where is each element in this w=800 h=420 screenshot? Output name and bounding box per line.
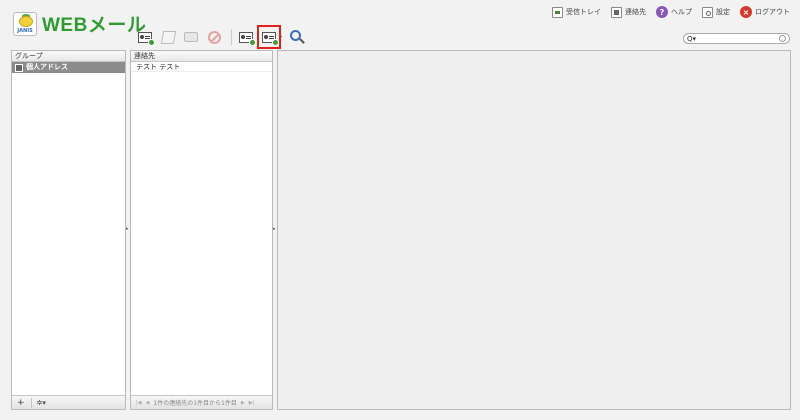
contacts-pager: |◀ ◀ 1件の連絡先の1件目から1件目 ▶ ▶| [131, 398, 272, 408]
logout-icon: × [740, 6, 752, 18]
janis-logo-icon: JANIS [13, 11, 37, 36]
contacts-footer: |◀ ◀ 1件の連絡先の1件目から1件目 ▶ ▶| [131, 395, 272, 409]
nav-help-label: ヘルプ [671, 8, 692, 16]
edit-contact-button[interactable] [159, 28, 177, 46]
printer-icon [184, 32, 198, 42]
group-item-personal[interactable]: 個人アドレス [12, 62, 125, 73]
export-icon [262, 31, 279, 46]
contacts-header: 連絡先 [131, 51, 272, 62]
contact-list-item[interactable]: テスト テスト [131, 62, 272, 72]
app-logo: JANIS WEBメール [13, 10, 146, 37]
search-icon [289, 30, 301, 41]
search-contacts-button[interactable] [286, 28, 304, 46]
toolbar-divider [231, 29, 232, 45]
prev-page-button[interactable]: ◀ [146, 400, 150, 406]
clear-search-icon[interactable] [779, 35, 786, 42]
nav-contacts-label: 連絡先 [625, 8, 646, 16]
search-input[interactable] [696, 34, 777, 43]
delete-button[interactable] [205, 28, 223, 46]
logo-badge-text: JANIS [17, 27, 33, 34]
delete-icon [207, 30, 221, 44]
add-contact-button[interactable] [136, 28, 155, 46]
export-dropdown-caret[interactable]: ▾ [279, 34, 282, 41]
nav-contacts[interactable]: 連絡先 [611, 6, 646, 18]
groups-header: グループ [12, 51, 125, 62]
nav-help[interactable]: ? ヘルプ [656, 6, 692, 18]
top-navigation: 受信トレイ 連絡先 ? ヘルプ 設定 × ログアウト [552, 6, 790, 18]
last-page-button[interactable]: ▶| [249, 400, 255, 406]
nav-logout[interactable]: × ログアウト [740, 6, 790, 18]
import-contacts-button[interactable] [237, 28, 256, 46]
inbox-tray-icon [552, 6, 563, 18]
print-button[interactable] [182, 28, 200, 46]
settings-icon [702, 6, 713, 18]
nav-settings[interactable]: 設定 [702, 6, 730, 18]
import-icon [239, 31, 256, 46]
app-title: WEBメール [42, 15, 147, 36]
help-icon: ? [656, 6, 668, 18]
search-options-icon[interactable]: Q▾ [687, 35, 696, 43]
contacts-toolbar: ▾ [136, 25, 309, 49]
contacts-panel: 連絡先 テスト テスト |◀ ◀ 1件の連絡先の1件目から1件目 ▶ ▶| [130, 50, 273, 410]
quick-search-box: Q▾ [683, 33, 790, 44]
next-page-button[interactable]: ▶ [241, 400, 245, 406]
nav-logout-label: ログアウト [755, 8, 790, 16]
pager-count-text: 1件の連絡先の1件目から1件目 [153, 400, 237, 407]
groups-footer: + ✲▾ [12, 395, 125, 409]
add-group-button[interactable]: + [17, 398, 25, 408]
add-contact-icon [138, 31, 155, 46]
footer-divider [30, 397, 32, 408]
group-item-label: 個人アドレス [26, 63, 68, 71]
address-book-icon [15, 63, 23, 72]
group-options-button[interactable]: ✲▾ [37, 399, 46, 407]
nav-inbox-label: 受信トレイ [566, 8, 601, 16]
address-book-icon [611, 6, 622, 18]
nav-settings-label: 設定 [716, 8, 730, 16]
nav-inbox[interactable]: 受信トレイ [552, 6, 601, 18]
groups-panel: グループ 個人アドレス + ✲▾ [11, 50, 126, 410]
export-contacts-button[interactable] [257, 25, 281, 49]
contact-detail-panel [277, 50, 791, 410]
first-page-button[interactable]: |◀ [136, 400, 142, 406]
edit-icon [160, 30, 176, 44]
